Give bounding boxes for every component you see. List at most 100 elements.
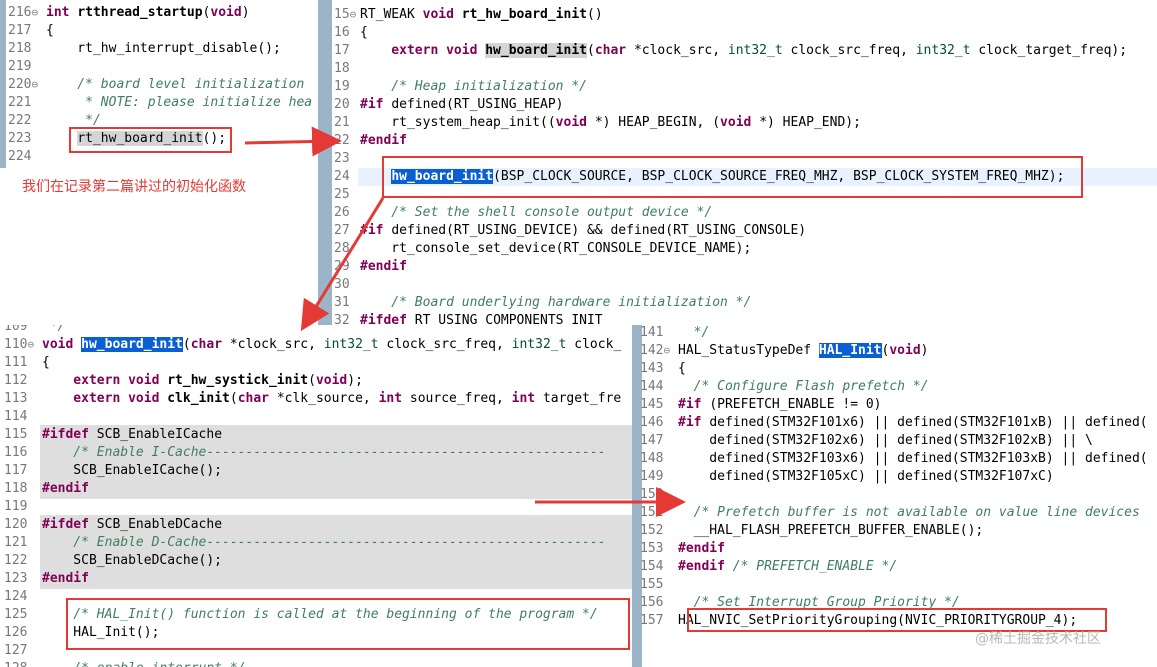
code-token: HAL_StatusTypeDef [678,343,819,358]
code-line[interactable]: 115 #ifdef SCB_EnableICache [4,426,222,444]
code-line[interactable]: 29 #endif [334,258,407,276]
code-line[interactable]: 142⊖ HAL_StatusTypeDef HAL_Init(void) [640,342,928,360]
code-line[interactable]: 124 [4,588,42,606]
code-line[interactable]: 23 [334,150,360,168]
line-number: 112 [4,373,28,388]
code-line[interactable]: 32 #ifdef RT_USING_COMPONENTS_INIT [334,312,603,325]
code-line[interactable]: 28 rt_console_set_device(RT_CONSOLE_DEVI… [334,240,751,258]
code-line[interactable]: 150 [640,486,678,504]
code-line[interactable]: 155 [640,576,678,594]
code-token: #endif [678,541,725,556]
code-line[interactable]: 151 /* Prefetch buffer is not available … [640,504,1140,522]
code-line[interactable]: 112 extern void rt_hw_systick_init(void)… [4,372,363,390]
code-token: { [678,361,686,376]
code-token: int32_t [511,337,567,352]
code-line[interactable]: 149 defined(STM32F105xC) || defined(STM3… [640,468,1054,486]
code-token: /* Heap initialization */ [360,79,587,94]
code-token: #endif [42,571,89,586]
code-token: clock_ [566,337,622,352]
code-line[interactable]: 22 #endif [334,132,407,150]
code-line[interactable]: 216⊖ int rtthread_startup(void) [8,4,250,22]
code-line[interactable]: 146 #if defined(STM32F101x6) || defined(S… [640,414,1148,432]
code-line[interactable]: 109 */ [4,325,65,336]
line-number: 217 [8,23,32,38]
code-token: { [46,23,54,38]
code-line[interactable]: 128 /* enable interrupt */ [4,660,246,667]
code-line[interactable]: 145 #if (PREFETCH_ENABLE != 0) [640,396,882,414]
code-token: int32_t [915,43,971,58]
code-line[interactable]: 113 extern void clk_init(char *clk_sourc… [4,390,621,408]
code-token: #endif [678,559,733,574]
fold-toggle-icon[interactable]: ⊖ [27,338,34,351]
code-token: SCB_EnableICache [96,427,223,442]
code-token: defined(STM32F102x6) || defined(STM32F10… [678,433,1093,448]
code-line[interactable]: 219 [8,58,46,76]
code-line[interactable]: 122 SCB_EnableDCache(); [4,552,222,570]
fold-toggle-icon[interactable]: ⊖ [350,8,357,21]
code-line[interactable]: 224 [8,148,46,166]
line-number: 141 [640,325,664,340]
line-number: 151 [640,505,664,520]
code-line[interactable]: 221 * NOTE: please initialize hea [8,94,312,112]
line-number: 216⊖ [8,5,39,20]
code-line[interactable]: 30 [334,276,360,294]
code-line[interactable]: 152 __HAL_FLASH_PREFETCH_BUFFER_ENABLE()… [640,522,983,540]
code-line[interactable]: 114 [4,408,42,426]
code-token: void [42,337,82,352]
code-token: defined(RT_USING_HEAP) [391,97,564,112]
code-token: #if [678,415,710,430]
code-line[interactable]: 25 [334,186,360,204]
code-line[interactable]: 143 { [640,360,686,378]
code-line[interactable]: 153 #endif [640,540,725,558]
code-token: char [237,391,277,406]
code-line[interactable]: 116 /* Enable I-Cache-------------------… [4,444,606,462]
code-line[interactable]: 144 /* Configure Flash prefetch */ [640,378,928,396]
code-line[interactable]: 118 #endif [4,480,89,498]
code-token: #endif [360,259,407,274]
code-line[interactable]: 147 defined(STM32F102x6) || defined(STM3… [640,432,1093,450]
line-number: 220⊖ [8,77,39,92]
code-line[interactable]: 110⊖ void hw_board_init(char *clock_src, … [4,336,621,354]
code-line[interactable]: 141 */ [640,325,709,342]
code-line[interactable]: 217 { [8,22,54,40]
line-number: 149 [640,469,664,484]
code-line[interactable]: 20 #if defined(RT_USING_HEAP) [334,96,564,114]
code-token: /* board level initialization [46,77,305,92]
code-line[interactable]: 220⊖ /* board level initialization [8,76,304,94]
fold-toggle-icon[interactable]: ⊖ [31,6,38,19]
line-number: 26 [334,205,350,220]
code-token: void [720,115,760,130]
code-token: rt_system_heap_init(( [360,115,556,130]
line-number: 143 [640,361,664,376]
code-line[interactable]: 31 /* Board underlying hardware initiali… [334,294,751,312]
fold-toggle-icon[interactable]: ⊖ [31,78,38,91]
code-token: #if [360,97,392,112]
code-line[interactable]: 18 [334,60,360,78]
code-line[interactable]: 127 [4,642,42,660]
code-line[interactable]: 26 /* Set the shell console output devic… [334,204,712,222]
code-token: #ifdef [42,427,97,442]
highlight-box-rt-hw-board-init-call [69,127,232,153]
line-number: 120 [4,517,28,532]
code-line[interactable]: 119 [4,498,42,516]
code-token: */ [678,325,710,340]
code-line[interactable]: 19 /* Heap initialization */ [334,78,587,96]
code-line[interactable]: 16 { [334,24,368,42]
line-number: 28 [334,241,350,256]
line-number: 144 [640,379,664,394]
code-line[interactable]: 27 #if defined(RT_USING_DEVICE) && define… [334,222,806,240]
code-line[interactable]: 117 SCB_EnableICache(); [4,462,222,480]
code-line[interactable]: 121 /* Enable D-Cache-------------------… [4,534,606,552]
code-line[interactable]: 15⊖ RT_WEAK void rt_hw_board_init() [334,6,603,24]
code-line[interactable]: 154 #endif /* PREFETCH_ENABLE */ [640,558,897,576]
code-token: ( [586,43,595,58]
code-line[interactable]: 120 #ifdef SCB_EnableDCache [4,516,222,534]
code-line[interactable]: 21 rt_system_heap_init((void *) HEAP_BEG… [334,114,861,132]
code-line[interactable]: 148 defined(STM32F103x6) || defined(STM3… [640,450,1148,468]
code-token: void [210,5,242,20]
code-line[interactable]: 111 { [4,354,50,372]
code-line[interactable]: 218 rt_hw_interrupt_disable(); [8,40,281,58]
fold-toggle-icon[interactable]: ⊖ [663,344,670,357]
code-line[interactable]: 17 extern void hw_board_init(char *clock… [334,42,1127,60]
code-line[interactable]: 123 #endif [4,570,89,588]
